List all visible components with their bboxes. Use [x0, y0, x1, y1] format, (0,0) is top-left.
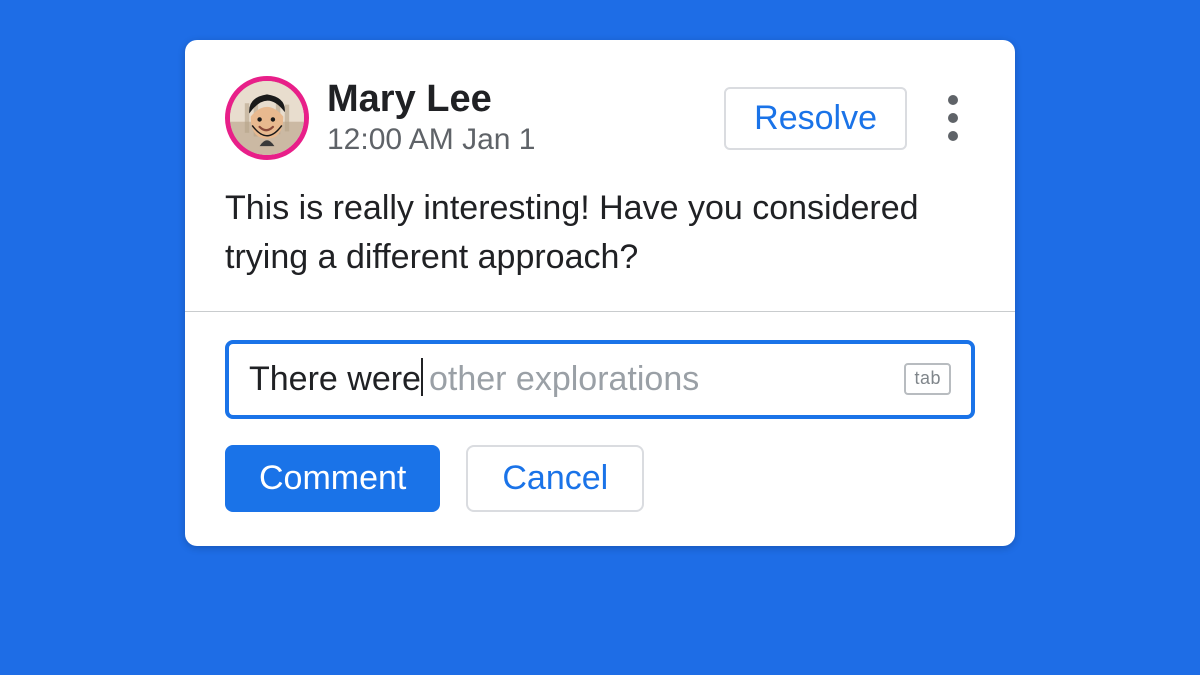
author-block: Mary Lee 12:00 AM Jan 1	[327, 79, 535, 157]
reply-actions: Comment Cancel	[225, 445, 975, 512]
text-caret	[421, 358, 423, 396]
avatar-image	[230, 81, 304, 155]
comment-button[interactable]: Comment	[225, 445, 440, 512]
avatar[interactable]	[225, 76, 309, 160]
dots-vertical-icon	[948, 95, 958, 105]
divider	[185, 311, 1015, 312]
reply-input[interactable]: There were other explorations tab	[225, 340, 975, 419]
comment-timestamp: 12:00 AM Jan 1	[327, 123, 535, 157]
resolve-button[interactable]: Resolve	[724, 87, 907, 150]
more-options-button[interactable]	[931, 95, 975, 141]
cancel-button[interactable]: Cancel	[466, 445, 644, 512]
reply-typed-text: There were	[249, 360, 421, 399]
comment-body: This is really interesting! Have you con…	[225, 184, 975, 283]
smart-compose-suggestion: other explorations	[429, 360, 905, 399]
tab-key-hint: tab	[904, 363, 951, 395]
comment-header: Mary Lee 12:00 AM Jan 1 Resolve	[225, 76, 975, 160]
author-name: Mary Lee	[327, 79, 535, 121]
comment-card: Mary Lee 12:00 AM Jan 1 Resolve This is …	[185, 40, 1015, 546]
